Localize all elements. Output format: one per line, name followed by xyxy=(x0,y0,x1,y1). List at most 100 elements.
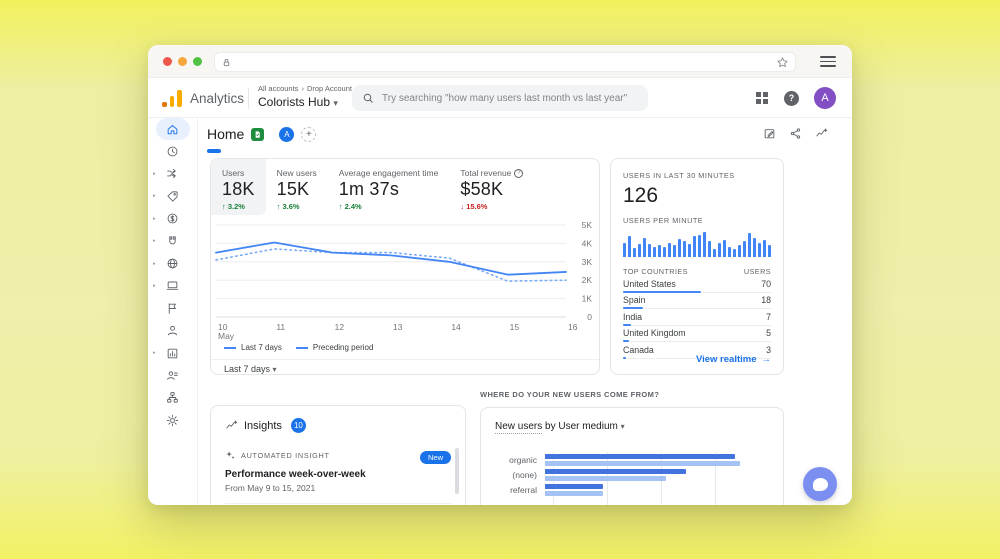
minimize-window-button[interactable] xyxy=(178,57,187,66)
collaborator-avatar[interactable]: A xyxy=(279,126,295,142)
apps-grid-icon[interactable] xyxy=(756,92,761,97)
metric-tab-users[interactable]: Users 18K ↑ 3.2% xyxy=(211,159,266,215)
chart-legend: Last 7 days Preceding period xyxy=(224,343,373,352)
sidebar-item-reports-library[interactable]: ▸ xyxy=(148,342,197,364)
demographics-globe-icon xyxy=(166,257,179,270)
new-users-card: New users by User medium ▾ organic (none)… xyxy=(480,407,784,505)
sidebar-item-lifecycle[interactable]: ▸ xyxy=(148,163,197,185)
sidebar-item-tag[interactable]: ▸ xyxy=(148,185,197,207)
date-range-selector[interactable]: Last 7 days ▾ xyxy=(224,364,277,374)
bar-track xyxy=(545,483,769,496)
sidebar-item-flag[interactable] xyxy=(148,297,197,319)
minute-bar xyxy=(667,243,672,257)
legend-label: Preceding period xyxy=(312,343,374,352)
minute-bar xyxy=(632,247,637,257)
bookmark-star-icon[interactable] xyxy=(776,56,789,69)
expand-chevron-icon[interactable]: ▸ xyxy=(153,216,156,222)
svg-text:2K: 2K xyxy=(582,275,593,285)
customize-report-button[interactable] xyxy=(763,127,776,145)
metric-value: 18K xyxy=(222,179,255,199)
country-users: 7 xyxy=(766,311,771,322)
country-row: Spain 18 xyxy=(623,293,771,309)
breadcrumb-separator-icon: › xyxy=(301,84,304,93)
minute-bar xyxy=(762,240,767,257)
active-tab-indicator xyxy=(207,149,221,153)
sidebar-item-audiences[interactable] xyxy=(148,364,197,386)
realtime-title: USERS IN LAST 30 MINUTES xyxy=(623,171,735,180)
account-switcher[interactable]: All accounts › Drop Account Colorists Hu… xyxy=(258,84,352,109)
sidebar-item-tech-devices[interactable]: ▸ xyxy=(148,275,197,297)
bar-row-referral: referral xyxy=(481,482,769,497)
metric-value: $58K xyxy=(460,179,504,199)
chat-bubble-icon xyxy=(812,477,828,491)
realtime-card: USERS IN LAST 30 MINUTES 126 USERS PER M… xyxy=(610,158,784,375)
country-name: Canada xyxy=(623,344,654,355)
left-nav-sidebar: ▸ ▸ ▸ ▸ ▸ ▸ ▸ xyxy=(148,118,198,505)
close-window-button[interactable] xyxy=(163,57,172,66)
minute-bar xyxy=(647,244,652,257)
address-bar[interactable] xyxy=(214,52,796,72)
svg-text:3K: 3K xyxy=(582,257,593,267)
minute-bar xyxy=(712,249,717,257)
country-users: 5 xyxy=(766,328,771,339)
minute-bar xyxy=(767,245,772,257)
add-collaborator-button[interactable]: + xyxy=(301,126,317,142)
bar-category-label: (none) xyxy=(512,469,537,480)
search-input[interactable] xyxy=(382,92,638,104)
sidebar-item-monetization[interactable]: ▸ xyxy=(148,208,197,230)
minute-bar xyxy=(637,244,642,257)
browser-menu-icon[interactable] xyxy=(820,56,836,67)
metric-tab-total-revenue[interactable]: Total revenue? $58K ↓ 15.6% xyxy=(449,159,534,215)
search-bar[interactable] xyxy=(352,85,648,111)
page-title: Home xyxy=(207,126,245,142)
metric-label: Users xyxy=(222,168,245,178)
help-icon[interactable]: ? xyxy=(784,90,799,106)
sidebar-item-demographics-globe[interactable]: ▸ xyxy=(148,252,197,274)
account-avatar[interactable]: A xyxy=(814,87,836,109)
bar-category-label: referral xyxy=(510,484,537,495)
view-realtime-link[interactable]: View realtime → xyxy=(696,354,771,365)
main-content: Home A + Users 18K ↑ 3.2% New users 15K ↑ 3.6… xyxy=(198,118,852,505)
sidebar-item-structure[interactable] xyxy=(148,387,197,409)
report-status-icon xyxy=(251,127,265,141)
expand-chevron-icon[interactable]: ▸ xyxy=(153,171,156,177)
expand-chevron-icon[interactable]: ▸ xyxy=(153,193,156,199)
metric-selector[interactable]: New users xyxy=(495,421,543,434)
metric-tab-new-users[interactable]: New users 15K ↑ 3.6% xyxy=(266,159,328,215)
country-row: United Kingdom 5 xyxy=(623,326,771,342)
expand-chevron-icon[interactable]: ▸ xyxy=(153,261,156,267)
breadcrumb-account[interactable]: Drop Account xyxy=(307,84,352,93)
sidebar-item-retention-magnet[interactable]: ▸ xyxy=(148,230,197,252)
card-divider xyxy=(211,359,599,360)
chevron-down-icon: ▾ xyxy=(272,365,277,374)
metric-delta: ↑ 3.2% xyxy=(222,202,245,211)
legend-item: Last 7 days xyxy=(224,343,282,352)
scrollbar-thumb[interactable] xyxy=(455,448,459,494)
sidebar-item-clock[interactable] xyxy=(148,140,197,162)
lock-icon xyxy=(223,58,230,66)
insights-button[interactable] xyxy=(815,127,828,145)
automated-insight-label: AUTOMATED INSIGHT xyxy=(241,451,330,460)
breadcrumb-all-accounts[interactable]: All accounts xyxy=(258,84,298,93)
expand-chevron-icon[interactable]: ▸ xyxy=(153,238,156,244)
metric-tab-average-engagement-time[interactable]: Average engagement time 1m 37s ↑ 2.4% xyxy=(328,159,450,215)
property-name[interactable]: Colorists Hub xyxy=(258,95,330,109)
svg-text:15: 15 xyxy=(510,322,520,332)
minute-bar xyxy=(682,241,687,257)
sidebar-item-admin-gear[interactable] xyxy=(148,409,197,431)
sidebar-item-user[interactable] xyxy=(148,320,197,342)
realtime-user-count: 126 xyxy=(623,184,659,207)
share-button[interactable] xyxy=(789,127,802,145)
insight-headline[interactable]: Performance week-over-week xyxy=(225,469,451,480)
zoom-window-button[interactable] xyxy=(193,57,202,66)
expand-chevron-icon[interactable]: ▸ xyxy=(153,350,156,356)
sidebar-item-home[interactable] xyxy=(148,118,197,140)
minute-bar xyxy=(697,234,702,257)
expand-chevron-icon[interactable]: ▸ xyxy=(153,283,156,289)
legend-swatch-dashed xyxy=(295,346,308,349)
chat-fab-button[interactable] xyxy=(803,467,837,501)
svg-text:11: 11 xyxy=(276,322,285,332)
sparkle-icon xyxy=(226,451,235,459)
dimension-selector[interactable]: New users by User medium ▾ xyxy=(495,421,769,434)
browser-window: Analytics All accounts › Drop Account Co… xyxy=(148,45,852,505)
